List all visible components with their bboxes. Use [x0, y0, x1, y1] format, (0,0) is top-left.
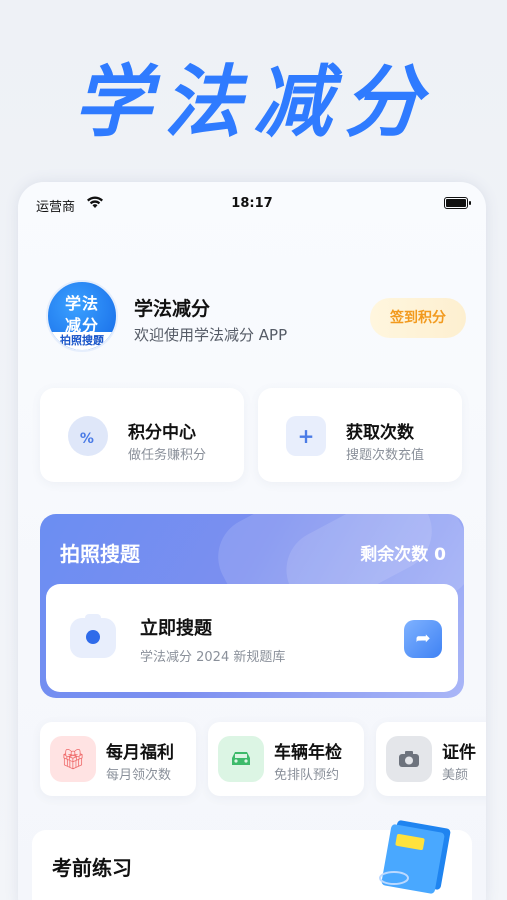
remaining-count: 剩余次数 0	[360, 545, 446, 565]
get-times-title: 获取次数	[346, 423, 414, 443]
service-title: 车辆年检	[274, 743, 342, 763]
service-vehicle-inspection[interactable]: 车辆年检 免排队预约	[208, 722, 364, 796]
service-subtitle: 免排队预约	[274, 768, 340, 783]
camera-icon	[386, 736, 432, 782]
service-monthly-benefit[interactable]: 🎁︎ 每月福利 每月领次数	[40, 722, 196, 796]
checkin-button[interactable]: 签到积分	[370, 298, 466, 338]
car-icon	[218, 736, 264, 782]
service-subtitle: 每月领次数	[106, 768, 172, 783]
get-times-card[interactable]: + 获取次数 搜题次数充值	[258, 388, 462, 482]
service-subtitle: 美颜	[442, 768, 469, 783]
hero-title: 学法减分	[73, 58, 434, 148]
search-now-card[interactable]: 立即搜题 学法减分 2024 新规题库 ➦	[46, 584, 458, 692]
share-arrow-icon[interactable]: ➦	[404, 620, 442, 658]
book-icon	[379, 820, 451, 894]
status-time: 18:17	[231, 196, 273, 211]
get-times-subtitle: 搜题次数充值	[346, 448, 425, 463]
phone-screen: 运营商 18:17 学法 减分 拍照搜题 学法减分 欢迎使用学法减分 APP 签…	[18, 182, 486, 900]
avatar-caption: 拍照搜题	[48, 332, 116, 350]
avatar[interactable]: 学法 减分 拍照搜题	[46, 280, 118, 352]
practice-section: 考前练习	[18, 820, 486, 900]
practice-title: 考前练习	[52, 856, 132, 880]
points-center-title: 积分中心	[128, 423, 196, 443]
camera-icon	[70, 614, 116, 658]
service-title: 每月福利	[106, 743, 174, 763]
app-name: 学法减分	[134, 298, 211, 320]
service-id-photo[interactable]: 证件 美颜	[376, 722, 486, 796]
points-center-subtitle: 做任务赚积分	[128, 448, 207, 463]
photo-search-title: 拍照搜题	[60, 542, 140, 566]
photo-search-panel: 拍照搜题 剩余次数 0 立即搜题 学法减分 2024 新规题库 ➦	[40, 514, 464, 698]
profile-header: 学法 减分 拍照搜题 学法减分 欢迎使用学法减分 APP 签到积分	[46, 280, 466, 360]
plus-icon: +	[286, 416, 326, 456]
gift-icon: 🎁︎	[50, 736, 96, 782]
battery-icon	[444, 197, 471, 209]
points-center-card[interactable]: % 积分中心 做任务赚积分	[40, 388, 244, 482]
percent-badge-icon: %	[61, 409, 115, 463]
avatar-text-1: 学法	[64, 294, 99, 313]
service-title: 证件	[442, 743, 476, 763]
welcome-text: 欢迎使用学法减分 APP	[134, 326, 288, 344]
status-bar: 运营商 18:17	[18, 182, 486, 226]
search-now-title: 立即搜题	[140, 618, 212, 639]
search-now-subtitle: 学法减分 2024 新规题库	[140, 650, 286, 665]
